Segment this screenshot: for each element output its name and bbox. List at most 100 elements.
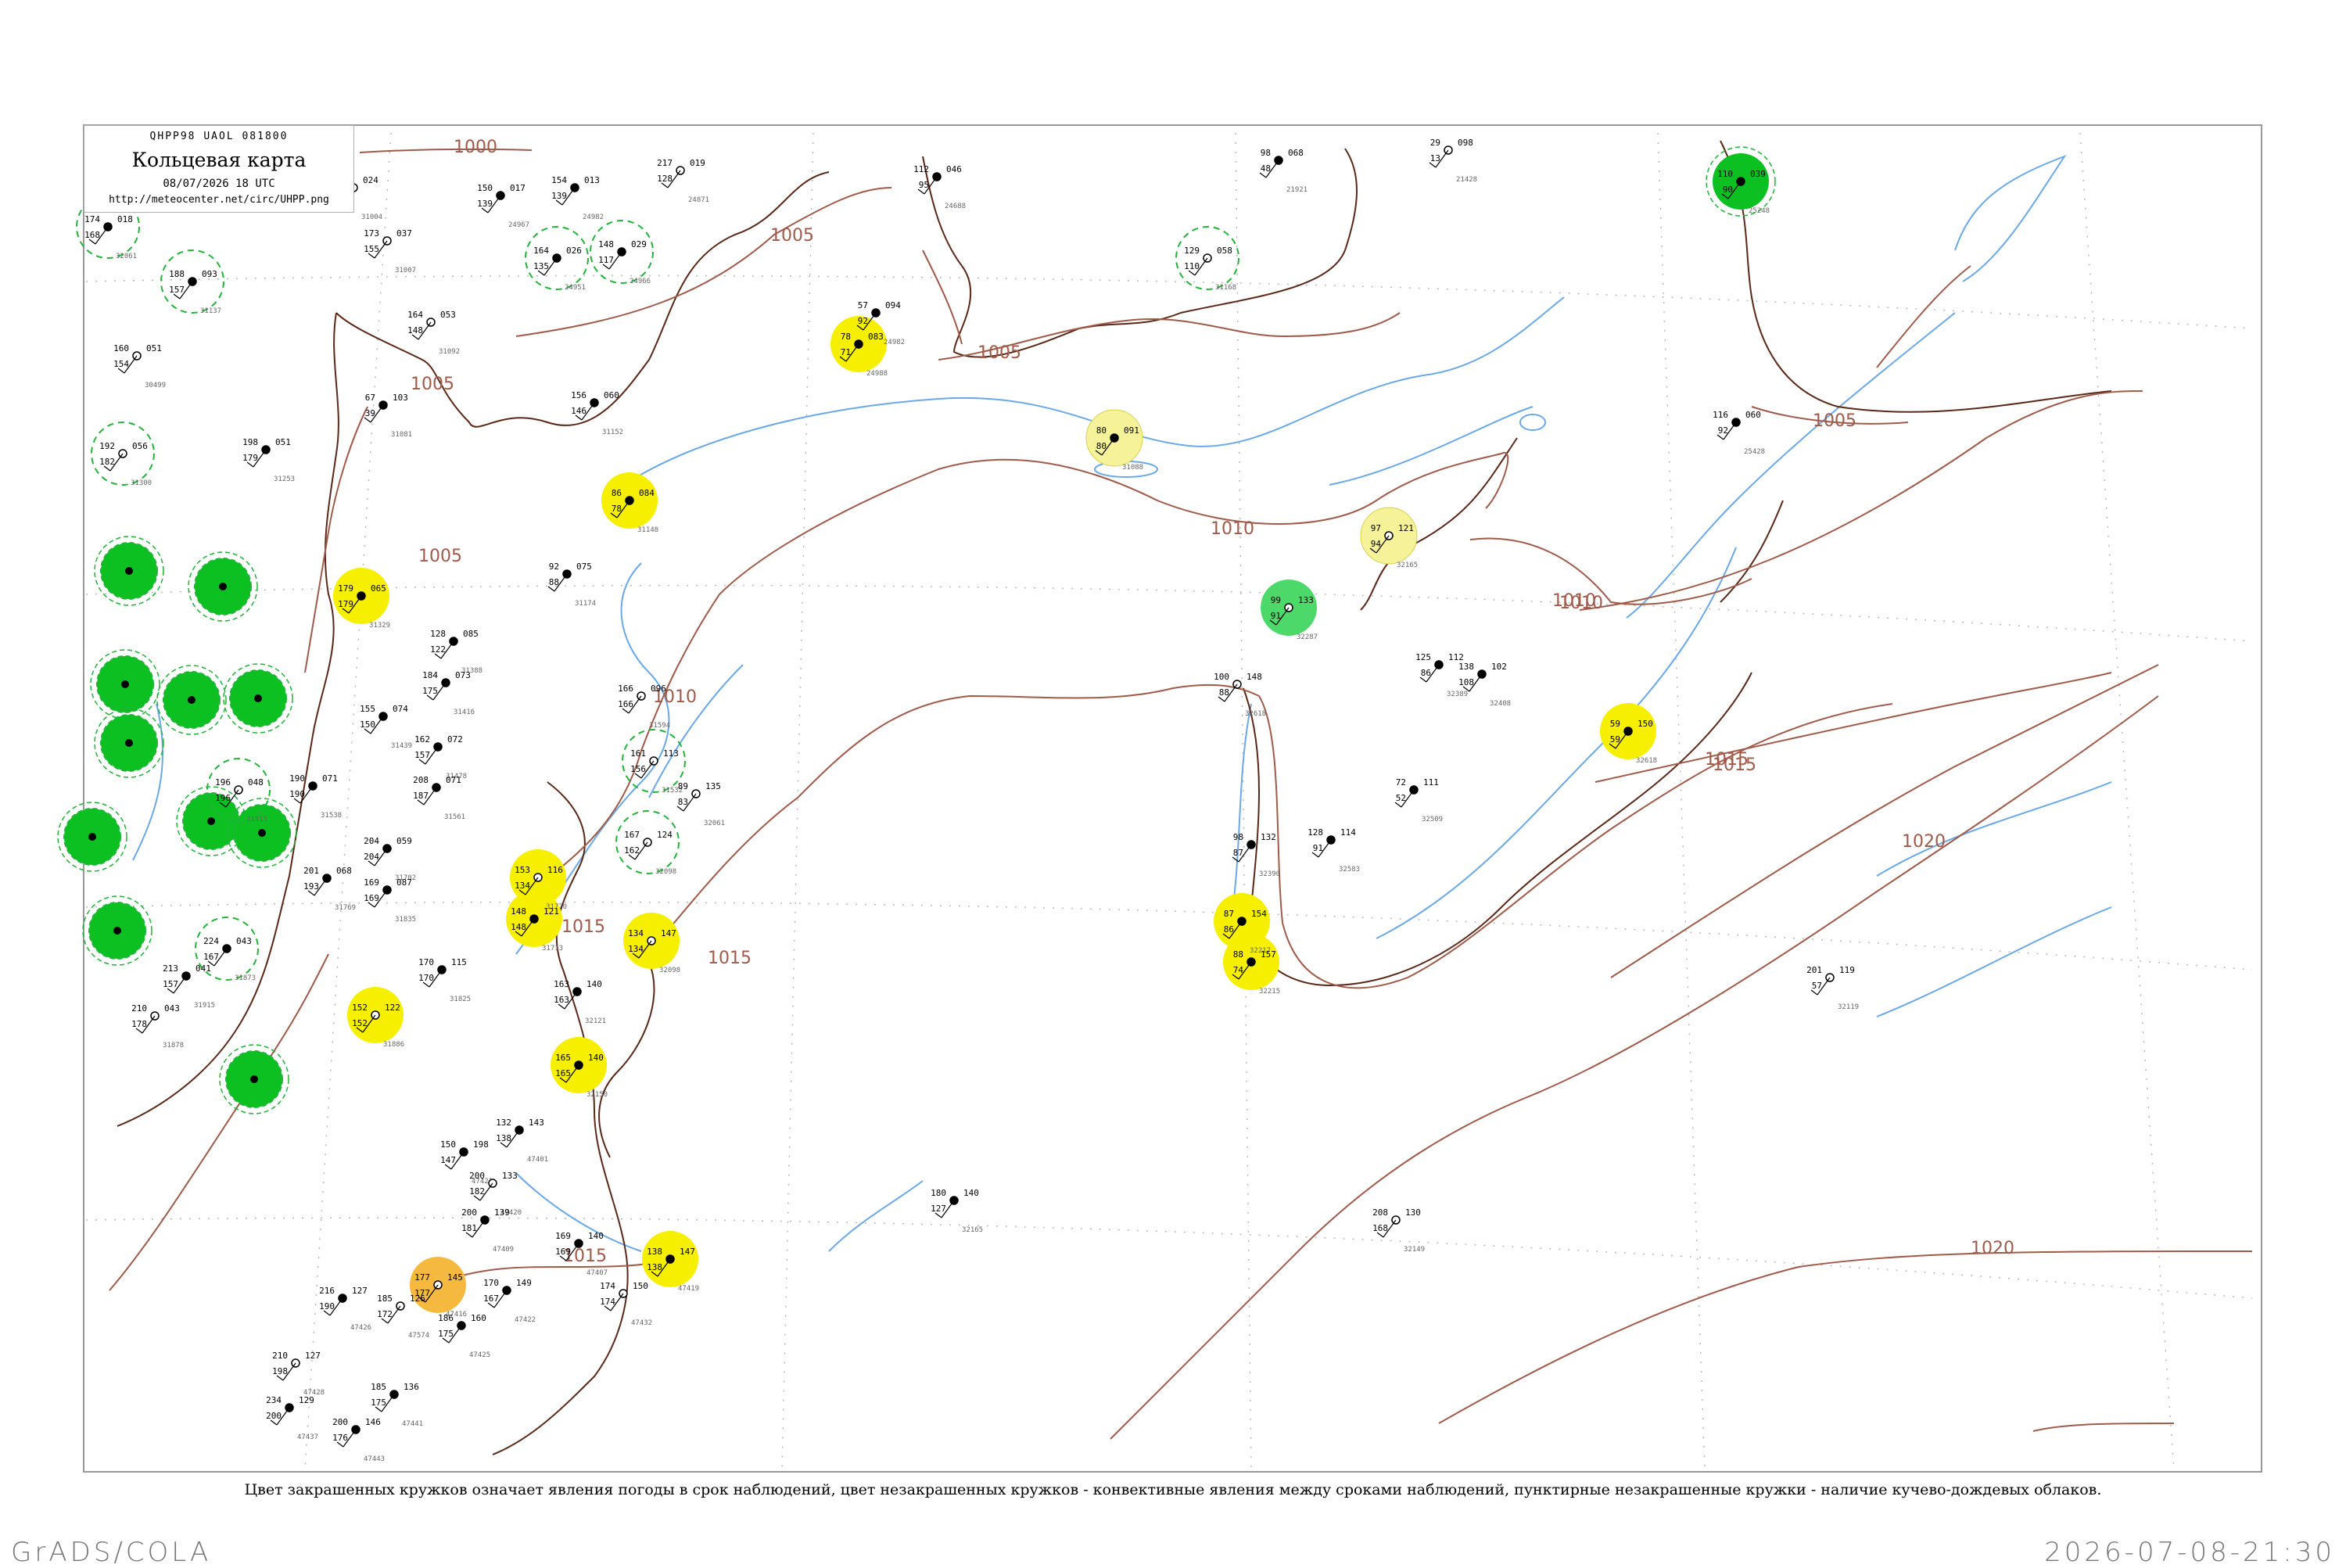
dewpoint: 150 <box>360 719 375 730</box>
pressure: 116 <box>547 865 563 875</box>
dewpoint: 146 <box>571 406 586 416</box>
temperature: 100 <box>1214 672 1229 682</box>
dewpoint: 147 <box>440 1155 456 1165</box>
dewpoint: 179 <box>242 453 258 463</box>
temperature: 98 <box>1261 148 1271 158</box>
pressure: 013 <box>584 175 600 185</box>
station-index: 24982 <box>884 339 905 346</box>
station-index: 47422 <box>515 1316 536 1324</box>
pressure: 085 <box>463 629 479 639</box>
dewpoint: 181 <box>461 1223 477 1233</box>
station-index: 47437 <box>297 1433 318 1441</box>
station-index: 24688 <box>945 203 966 210</box>
pressure: 060 <box>604 390 619 400</box>
temperature: 99 <box>1271 595 1281 605</box>
pressure: 140 <box>588 1231 604 1241</box>
temperature: 150 <box>440 1139 456 1150</box>
temperature: 112 <box>913 164 929 174</box>
temperature: 208 <box>1372 1207 1388 1218</box>
temperature: 97 <box>1371 523 1381 533</box>
isobar-label: 1015 <box>1713 755 1756 775</box>
temperature: 125 <box>1415 652 1431 662</box>
pressure: 018 <box>117 214 133 224</box>
station-index: 31253 <box>274 475 295 483</box>
isobar-label: 1020 <box>1902 832 1946 852</box>
station-index: 32061 <box>116 253 137 260</box>
station-index: 25428 <box>1744 448 1765 456</box>
pressure: 059 <box>396 836 412 846</box>
temperature: 185 <box>377 1294 393 1304</box>
station-index: 31769 <box>335 904 356 912</box>
station-index: 24967 <box>508 221 529 229</box>
temperature: 164 <box>533 246 549 256</box>
temperature: 138 <box>1458 662 1474 672</box>
pressure: 102 <box>1491 662 1507 672</box>
pressure: 148 <box>1247 672 1262 682</box>
temperature: 173 <box>364 228 379 239</box>
pressure: 150 <box>633 1281 648 1291</box>
dewpoint: 90 <box>1723 185 1733 195</box>
dewpoint: 139 <box>551 191 567 201</box>
pressure: 058 <box>1217 246 1232 256</box>
station-index: 24871 <box>688 196 709 204</box>
temperature: 200 <box>332 1417 348 1427</box>
dewpoint: 169 <box>364 893 379 903</box>
temperature: 72 <box>1396 777 1406 788</box>
pressure: 154 <box>1251 909 1267 919</box>
station-index: 32583 <box>1339 866 1360 874</box>
isobar-label: 1000 <box>454 138 497 157</box>
station-index: 32119 <box>1838 1003 1859 1011</box>
dewpoint: 176 <box>332 1433 348 1443</box>
station-index: 32098 <box>659 967 680 974</box>
pressure: 096 <box>651 684 666 694</box>
dewpoint: 78 <box>612 504 622 514</box>
station-index: 31152 <box>602 429 623 436</box>
dewpoint: 83 <box>678 797 688 807</box>
temperature: 162 <box>414 734 430 745</box>
dewpoint: 179 <box>338 599 353 609</box>
dewpoint: 168 <box>1372 1223 1388 1233</box>
observation-time: 08/07/2026 18 UTC <box>163 178 275 190</box>
station-index: 31007 <box>395 267 416 274</box>
pressure: 121 <box>543 906 559 917</box>
station-index: 47441 <box>402 1420 423 1428</box>
station-index: 31137 <box>200 307 221 315</box>
pressure: 149 <box>516 1278 532 1288</box>
station-index: 31300 <box>131 479 152 487</box>
temperature: 156 <box>571 390 586 400</box>
pressure: 074 <box>393 704 408 714</box>
station-index: 31915 <box>194 1002 215 1010</box>
station-index: 32215 <box>1259 988 1280 996</box>
dewpoint: 148 <box>407 325 423 335</box>
dewpoint: 175 <box>438 1329 454 1339</box>
pressure: 160 <box>471 1313 486 1323</box>
dewpoint: 134 <box>628 944 644 954</box>
pressure: 056 <box>132 441 148 451</box>
temperature: 150 <box>477 183 493 193</box>
temperature: 177 <box>414 1272 430 1283</box>
dewpoint: 200 <box>266 1411 282 1421</box>
dewpoint: 91 <box>1313 843 1323 853</box>
temperature: 185 <box>371 1382 386 1392</box>
pressure: 051 <box>146 343 162 353</box>
dewpoint: 154 <box>113 359 129 369</box>
dewpoint: 74 <box>1233 965 1244 975</box>
temperature: 201 <box>1806 965 1822 975</box>
pressure: 087 <box>396 877 412 888</box>
dewpoint: 39 <box>365 408 375 418</box>
temperature: 98 <box>1233 832 1243 842</box>
station-index: 32408 <box>1490 700 1511 708</box>
pressure: 073 <box>455 670 471 680</box>
pressure: 126 <box>410 1294 425 1304</box>
dewpoint: 167 <box>203 952 219 962</box>
temperature: 216 <box>319 1286 335 1296</box>
station-dot <box>219 583 227 590</box>
temperature: 186 <box>438 1313 454 1323</box>
temperature: 170 <box>483 1278 499 1288</box>
station-dot <box>125 739 133 747</box>
pressure: 147 <box>680 1247 695 1257</box>
dewpoint: 86 <box>1421 668 1431 678</box>
station-index: 31416 <box>454 709 475 716</box>
dewpoint: 86 <box>1224 924 1234 935</box>
dewpoint: 134 <box>515 881 530 891</box>
